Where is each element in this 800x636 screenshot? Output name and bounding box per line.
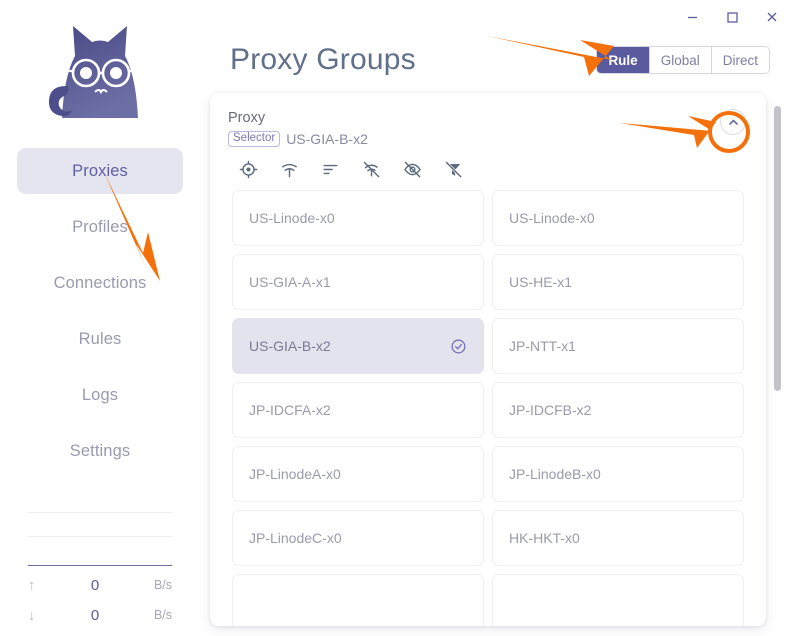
chart-axis (28, 565, 172, 567)
page-header: Proxy Groups Rule Global Direct (208, 36, 770, 84)
sidebar-item-label: Rules (79, 330, 122, 349)
gridline (28, 512, 172, 513)
window-titlebar (672, 0, 800, 34)
chevron-up-icon[interactable] (720, 109, 746, 135)
proxy-item-label: US-GIA-A-x1 (249, 274, 331, 290)
proxy-item-label: US-HE-x1 (509, 274, 572, 290)
proxy-group-subline: Selector US-GIA-B-x2 (226, 131, 368, 147)
download-speed-unit: B/s (138, 608, 172, 622)
speed-test-icon[interactable] (279, 159, 300, 180)
gridline (28, 536, 172, 537)
proxy-group-info: Proxy Selector US-GIA-B-x2 (226, 109, 368, 147)
sidebar-item-label: Logs (82, 386, 118, 405)
check-circle-icon (450, 338, 467, 355)
proxy-item-label: JP-IDCFA-x2 (249, 402, 331, 418)
traffic-panel: ↑ 0 B/s ↓ 0 B/s (0, 508, 200, 630)
proxy-item[interactable] (232, 574, 484, 626)
sidebar-nav: Proxies Profiles Connections Rules Logs … (0, 148, 200, 484)
proxy-list: US-Linode-x0 US-Linode-x0 US-GIA-A-x1 US… (226, 188, 750, 626)
proxy-group-toolbar (238, 159, 750, 180)
traffic-sparkline-chart (28, 508, 172, 566)
sidebar-item-label: Proxies (72, 162, 128, 181)
proxy-item[interactable]: US-HE-x1 (492, 254, 744, 310)
upload-speed-row: ↑ 0 B/s (28, 570, 172, 600)
proxy-item[interactable]: JP-LinodeA-x0 (232, 446, 484, 502)
download-speed-row: ↓ 0 B/s (28, 600, 172, 630)
proxy-group-card-inner: Proxy Selector US-GIA-B-x2 (210, 93, 766, 626)
vertical-scrollbar[interactable] (774, 96, 781, 622)
close-icon[interactable] (752, 2, 792, 32)
proxy-item[interactable]: JP-IDCFB-x2 (492, 382, 744, 438)
proxy-item[interactable]: US-GIA-A-x1 (232, 254, 484, 310)
app-window: Proxies Profiles Connections Rules Logs … (0, 0, 800, 636)
sidebar-item-label: Profiles (72, 218, 128, 237)
proxy-group-card: Proxy Selector US-GIA-B-x2 (210, 93, 766, 626)
proxy-item-label: US-Linode-x0 (509, 210, 595, 226)
download-speed-value: 0 (52, 607, 138, 624)
upload-arrow-icon: ↑ (28, 578, 52, 593)
proxy-item[interactable]: JP-LinodeB-x0 (492, 446, 744, 502)
proxy-item-label: HK-HKT-x0 (509, 530, 580, 546)
mode-option-rule[interactable]: Rule (597, 47, 649, 73)
proxy-item[interactable]: US-Linode-x0 (232, 190, 484, 246)
mode-option-global[interactable]: Global (650, 47, 712, 73)
locate-current-icon[interactable] (238, 159, 259, 180)
sidebar: Proxies Profiles Connections Rules Logs … (0, 0, 200, 636)
proxy-group-name: Proxy (226, 109, 368, 127)
proxy-mode-switcher: Rule Global Direct (596, 46, 770, 74)
scrollbar-thumb[interactable] (774, 106, 781, 391)
sidebar-item-settings[interactable]: Settings (17, 428, 183, 474)
proxy-item-label: US-Linode-x0 (249, 210, 335, 226)
proxy-item[interactable]: JP-NTT-x1 (492, 318, 744, 374)
proxy-item-label: US-GIA-B-x2 (249, 338, 331, 354)
filter-off-icon[interactable] (443, 159, 464, 180)
proxy-item[interactable]: HK-HKT-x0 (492, 510, 744, 566)
proxy-item-label: JP-LinodeA-x0 (249, 466, 341, 482)
sidebar-item-logs[interactable]: Logs (17, 372, 183, 418)
cat-logo (40, 14, 160, 130)
proxy-item[interactable]: US-Linode-x0 (492, 190, 744, 246)
proxy-item-selected[interactable]: US-GIA-B-x2 (232, 318, 484, 374)
proxy-item[interactable] (492, 574, 744, 626)
upload-speed-unit: B/s (138, 578, 172, 592)
proxy-item-label: JP-LinodeB-x0 (509, 466, 601, 482)
upload-speed-value: 0 (52, 577, 138, 594)
sidebar-item-profiles[interactable]: Profiles (17, 204, 183, 250)
proxy-item-label: JP-NTT-x1 (509, 338, 576, 354)
sidebar-item-rules[interactable]: Rules (17, 316, 183, 362)
proxy-item[interactable]: JP-IDCFA-x2 (232, 382, 484, 438)
hide-unavailable-icon[interactable] (402, 159, 423, 180)
proxy-item[interactable]: JP-LinodeC-x0 (232, 510, 484, 566)
minimize-icon[interactable] (672, 2, 712, 32)
proxy-item-label: JP-LinodeC-x0 (249, 530, 342, 546)
sidebar-item-label: Settings (70, 442, 130, 461)
proxy-group-current: US-GIA-B-x2 (286, 131, 368, 147)
page-title: Proxy Groups (208, 43, 416, 77)
sidebar-item-proxies[interactable]: Proxies (17, 148, 183, 194)
sidebar-item-label: Connections (54, 274, 147, 293)
mode-option-direct[interactable]: Direct (712, 47, 769, 73)
sidebar-item-connections[interactable]: Connections (17, 260, 183, 306)
proxy-group-type-badge: Selector (228, 131, 280, 147)
latency-off-icon[interactable] (361, 159, 382, 180)
sort-icon[interactable] (320, 159, 341, 180)
maximize-icon[interactable] (712, 2, 752, 32)
main-content: Proxy Groups Rule Global Direct Proxy Se… (200, 0, 800, 636)
proxy-item-label: JP-IDCFB-x2 (509, 402, 591, 418)
proxy-group-header: Proxy Selector US-GIA-B-x2 (226, 109, 750, 147)
download-arrow-icon: ↓ (28, 608, 52, 623)
